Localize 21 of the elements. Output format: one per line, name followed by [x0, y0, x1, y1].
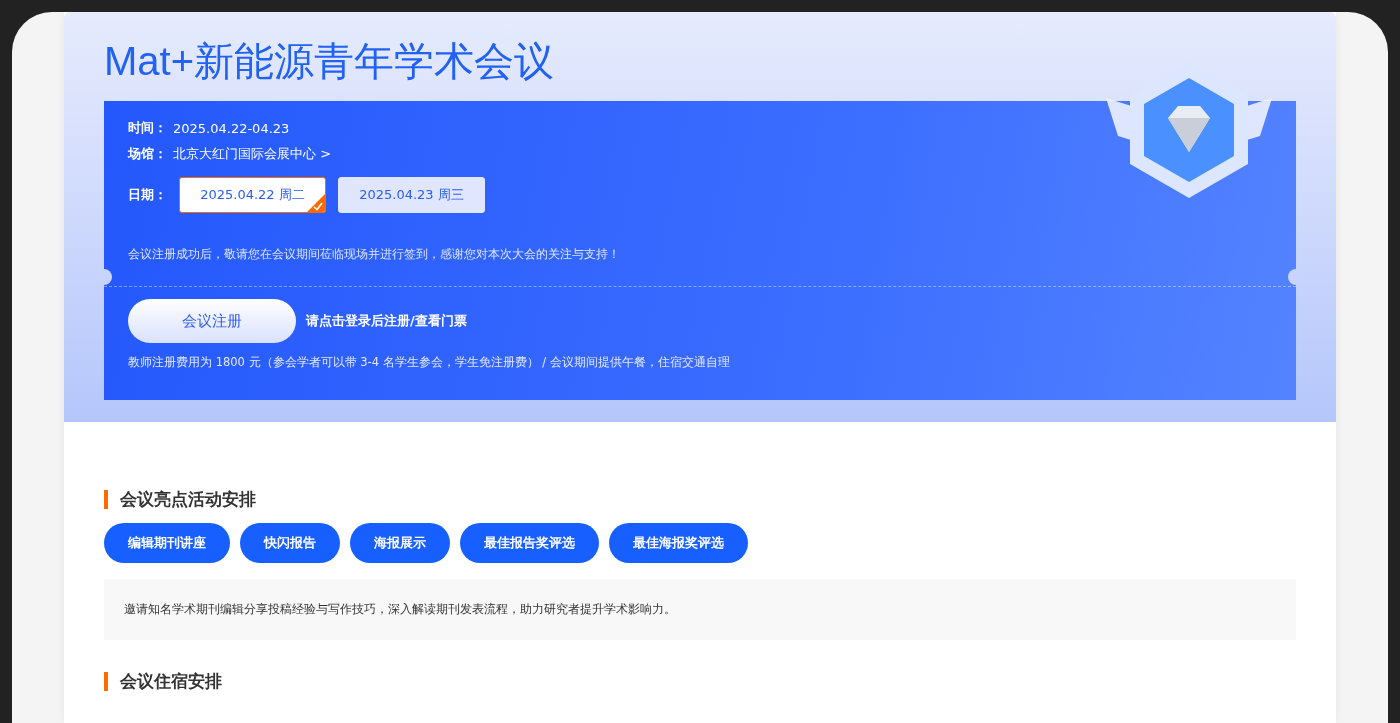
date-option[interactable]: 2025.04.23 周三 [338, 177, 485, 213]
fee-note: 教师注册费用为 1800 元（参会学者可以带 3-4 名学生参会，学生免注册费） / 会议期间提供午餐，住宿交通自理 [128, 355, 731, 370]
date-option[interactable]: 2025.04.22 周二 [179, 177, 326, 213]
activity-description: 邀请知名学术期刊编辑分享投稿经验与写作技巧，深入解读期刊发表流程，助力研究者提升学术影响力。 [104, 579, 1296, 640]
info-value[interactable]: 北京大红门国际会展中心 > [173, 145, 332, 163]
activity-tag[interactable]: 最佳报告奖评选 [460, 523, 599, 563]
activity-tag[interactable]: 快闪报告 [240, 523, 340, 563]
section-heading: 会议住宿安排 [104, 672, 1296, 691]
activity-tag[interactable]: 编辑期刊讲座 [104, 523, 230, 563]
check-corner-icon [307, 194, 325, 212]
register-button[interactable]: 会议注册 [128, 299, 296, 343]
info-value: 2025.04.22-04.23 [173, 120, 290, 136]
date-label: 日期： [128, 186, 167, 204]
conference-title: Mat+新能源青年学术会议 [104, 38, 556, 85]
info-label: 场馆： [128, 145, 167, 163]
activity-tag[interactable]: 海报展示 [350, 523, 450, 563]
notice-text: 会议注册成功后，敬请您在会议期间莅临现场并进行签到，感谢您对本次大会的关注与支持！ [128, 247, 621, 262]
activity-tag[interactable]: 最佳海报奖评选 [609, 523, 748, 563]
section-heading: 会议亮点活动安排 [104, 490, 1296, 509]
info-label: 时间： [128, 119, 167, 137]
login-hint[interactable]: 请点击登录后注册/查看门票 [306, 312, 467, 330]
